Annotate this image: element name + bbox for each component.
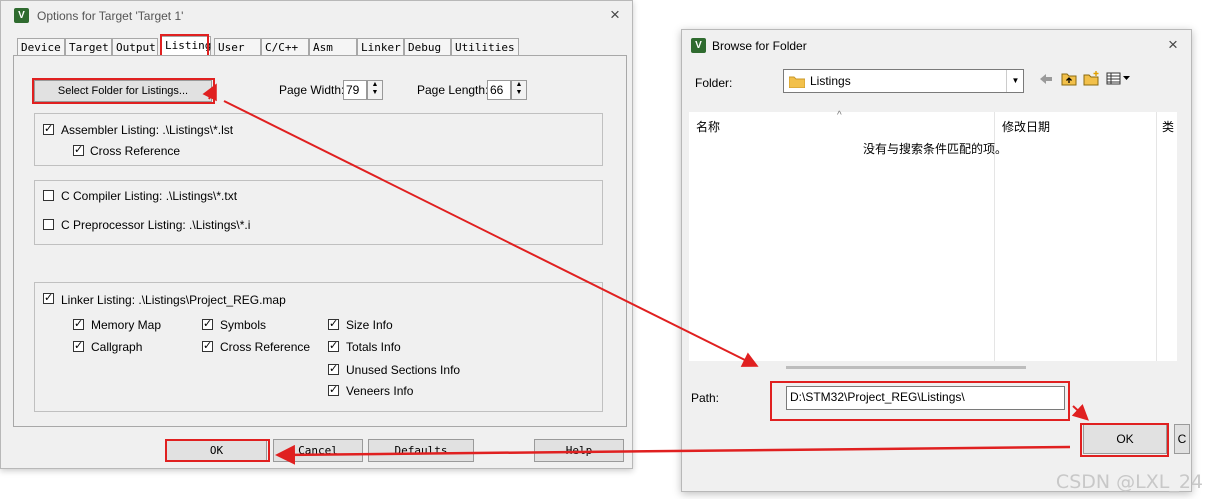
column-divider-2	[1156, 112, 1157, 361]
page-width-label: Page Width:	[279, 83, 345, 97]
callgraph-label: Callgraph	[91, 340, 143, 354]
view-menu-icon[interactable]	[1106, 71, 1132, 86]
memory-map-label: Memory Map	[91, 318, 162, 332]
size-info-label: Size Info	[346, 318, 393, 332]
folder-dropdown-arrow-icon[interactable]: ▼	[1006, 70, 1024, 92]
highlight-browse-ok	[1080, 423, 1169, 457]
folder-icon	[789, 76, 805, 88]
tab-user[interactable]: User	[214, 38, 261, 55]
browse-title: Browse for Folder	[712, 39, 807, 53]
page-width-input[interactable]: 79	[343, 80, 367, 100]
options-title: Options for Target 'Target 1'	[37, 9, 184, 23]
totals-info-label: Totals Info	[346, 340, 401, 354]
browse-folder-dialog: V Browse for Folder × Folder: Listings ▼…	[681, 29, 1192, 492]
folder-label: Folder:	[695, 76, 733, 90]
assembler-listing-checkbox[interactable]	[43, 122, 54, 135]
c-preprocessor-listing-label: C Preprocessor Listing: .\Listings\*.i	[61, 218, 251, 232]
cancel-button[interactable]: Cancel	[273, 439, 363, 462]
horizontal-scrollbar[interactable]	[786, 366, 1026, 369]
assembler-listing-label: Assembler Listing: .\Listings\*.lst	[61, 123, 234, 137]
page-width-spinner[interactable]: ▲ ▼	[367, 80, 383, 100]
memory-map-checkbox[interactable]	[73, 317, 84, 330]
symbols-label: Symbols	[220, 318, 267, 332]
tab-debug[interactable]: Debug	[404, 38, 451, 55]
tab-asm[interactable]: Asm	[309, 38, 357, 55]
linker-listing-label: Linker Listing: .\Listings\Project_REG.m…	[61, 293, 286, 307]
page-length-spinner[interactable]: ▲ ▼	[511, 80, 527, 100]
tab-device[interactable]: Device	[17, 38, 65, 55]
linker-cross-reference-label: Cross Reference	[220, 340, 311, 354]
column-date-header[interactable]: 修改日期	[1002, 118, 1050, 135]
uvision-app-icon: V	[14, 8, 29, 23]
cross-reference-checkbox[interactable]	[73, 143, 84, 156]
page-length-input[interactable]: 66	[487, 80, 511, 100]
watermark: CSDN @LXL_24	[1055, 471, 1203, 493]
highlight-select-folder	[32, 78, 215, 104]
tab-utilities[interactable]: Utilities	[451, 38, 519, 55]
options-close-icon[interactable]: ×	[610, 6, 620, 23]
tab-target[interactable]: Target	[65, 38, 112, 55]
tab-c-cpp[interactable]: C/C++	[261, 38, 309, 55]
c-compiler-listing-label: C Compiler Listing: .\Listings\*.txt	[61, 189, 238, 203]
defaults-button[interactable]: Defaults	[368, 439, 474, 462]
folder-combobox[interactable]: Listings ▼	[783, 69, 1024, 93]
veneers-info-label: Veneers Info	[346, 384, 414, 398]
totals-info-checkbox[interactable]	[328, 339, 339, 352]
unused-sections-label: Unused Sections Info	[346, 363, 461, 377]
browse-close-icon[interactable]: ×	[1168, 36, 1178, 53]
c-compiler-listing-checkbox[interactable]	[43, 190, 54, 201]
browse-cancel-button[interactable]: C	[1174, 424, 1190, 454]
empty-list-message: 没有与搜索条件匹配的项。	[863, 142, 1008, 156]
linker-cross-reference-checkbox[interactable]	[202, 339, 213, 352]
column-type-header[interactable]: 类	[1162, 118, 1174, 135]
highlight-ok-button	[165, 439, 270, 462]
sort-up-icon: ^	[837, 110, 842, 121]
highlight-path	[770, 381, 1070, 421]
options-dialog: V Options for Target 'Target 1' × Device…	[0, 0, 633, 469]
column-name-header[interactable]: 名称	[696, 118, 720, 135]
tab-linker[interactable]: Linker	[357, 38, 404, 55]
assembler-group	[34, 113, 603, 166]
tab-output[interactable]: Output	[112, 38, 158, 55]
page-length-label: Page Length:	[417, 83, 489, 97]
help-button[interactable]: Help	[534, 439, 624, 462]
size-info-checkbox[interactable]	[328, 317, 339, 330]
linker-listing-checkbox[interactable]	[43, 291, 54, 304]
symbols-checkbox[interactable]	[202, 317, 213, 330]
up-folder-icon[interactable]	[1061, 71, 1077, 86]
new-folder-icon[interactable]	[1083, 71, 1100, 86]
path-label: Path:	[691, 391, 720, 405]
cross-reference-label: Cross Reference	[90, 144, 181, 158]
back-arrow-icon[interactable]	[1039, 72, 1053, 86]
c-preprocessor-listing-checkbox[interactable]	[43, 219, 54, 230]
callgraph-checkbox[interactable]	[73, 339, 84, 352]
unused-sections-checkbox[interactable]	[328, 362, 339, 375]
browse-app-icon: V	[691, 38, 706, 53]
folder-list-view[interactable]: 名称 ^ 修改日期 类 没有与搜索条件匹配的项。	[689, 110, 1177, 361]
folder-combobox-value: Listings	[810, 74, 851, 88]
veneers-info-checkbox[interactable]	[328, 383, 339, 396]
